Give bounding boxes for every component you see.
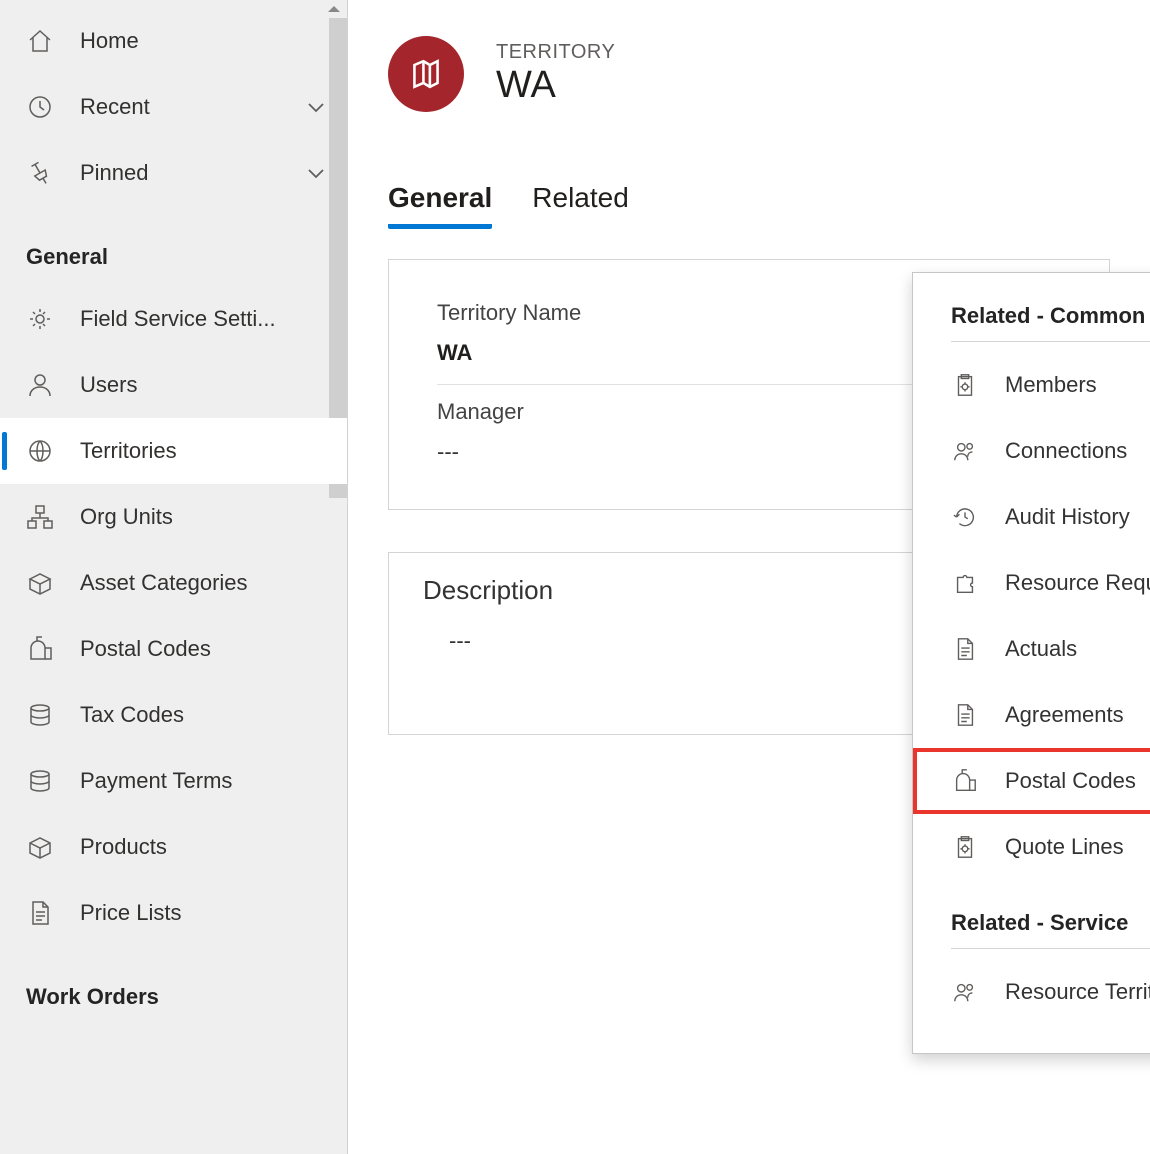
- sidebar-item-products[interactable]: Products: [0, 814, 347, 880]
- clipboard-gear-icon: [952, 834, 978, 860]
- related-item-label: Members: [1005, 372, 1097, 398]
- globe-icon: [26, 437, 54, 465]
- related-dropdown: Related - Common Members Connections Aud…: [912, 272, 1150, 1054]
- sidebar-item-territories[interactable]: Territories: [0, 418, 347, 484]
- sidebar-section-work-orders: Work Orders: [0, 946, 347, 1026]
- related-item-label: Audit History: [1005, 504, 1130, 530]
- sidebar-item-label: Tax Codes: [80, 702, 327, 728]
- user-icon: [26, 371, 54, 399]
- related-item-label: Connections: [1005, 438, 1127, 464]
- sidebar-item-label: Products: [80, 834, 327, 860]
- clock-icon: [26, 93, 54, 121]
- related-item-quote-lines[interactable]: Quote Lines: [913, 814, 1150, 880]
- related-item-actuals[interactable]: Actuals: [913, 616, 1150, 682]
- related-item-agreements[interactable]: Agreements: [913, 682, 1150, 748]
- sidebar-item-payment-terms[interactable]: Payment Terms: [0, 748, 347, 814]
- related-item-audit-history[interactable]: Audit History: [913, 484, 1150, 550]
- main-content: TERRITORY WA General Related Territory N…: [348, 0, 1150, 1154]
- document-icon: [952, 702, 978, 728]
- territory-avatar: [388, 36, 464, 112]
- related-item-resource-territories[interactable]: Resource Territories: [913, 959, 1150, 1025]
- sidebar-item-label: Recent: [80, 94, 279, 120]
- sidebar-item-price-lists[interactable]: Price Lists: [0, 880, 347, 946]
- sidebar: Home Recent Pinned General Field Service…: [0, 0, 348, 1154]
- sidebar-item-home[interactable]: Home: [0, 8, 347, 74]
- mailbox-icon: [952, 768, 978, 794]
- chevron-down-icon: [305, 96, 327, 118]
- tab-general[interactable]: General: [388, 182, 492, 229]
- sidebar-item-pinned[interactable]: Pinned: [0, 140, 347, 206]
- related-item-resource-requirements[interactable]: Resource Requirements: [913, 550, 1150, 616]
- sidebar-item-label: Price Lists: [80, 900, 327, 926]
- related-item-label: Quote Lines: [1005, 834, 1124, 860]
- chevron-down-icon: [305, 162, 327, 184]
- related-item-connections[interactable]: Connections: [913, 418, 1150, 484]
- sidebar-item-label: Territories: [80, 438, 327, 464]
- sidebar-item-label: Org Units: [80, 504, 327, 530]
- people-icon: [952, 438, 978, 464]
- sidebar-item-label: Home: [80, 28, 327, 54]
- document-icon: [952, 636, 978, 662]
- puzzle-icon: [952, 570, 978, 596]
- dropdown-section-title: Related - Common: [913, 303, 1150, 341]
- sidebar-item-asset-categories[interactable]: Asset Categories: [0, 550, 347, 616]
- sidebar-section-general: General: [0, 206, 347, 286]
- sidebar-item-label: Users: [80, 372, 327, 398]
- sidebar-item-recent[interactable]: Recent: [0, 74, 347, 140]
- divider: [951, 948, 1150, 949]
- box-open-icon: [26, 569, 54, 597]
- related-item-label: Actuals: [1005, 636, 1077, 662]
- related-item-label: Agreements: [1005, 702, 1124, 728]
- record-name: WA: [496, 64, 615, 107]
- sidebar-item-label: Postal Codes: [80, 636, 327, 662]
- scroll-up-caret[interactable]: [325, 2, 343, 16]
- people-icon: [952, 979, 978, 1005]
- history-icon: [952, 504, 978, 530]
- pin-icon: [26, 159, 54, 187]
- clipboard-gear-icon: [952, 372, 978, 398]
- sidebar-item-tax-codes[interactable]: Tax Codes: [0, 682, 347, 748]
- home-icon: [26, 27, 54, 55]
- sidebar-item-org-units[interactable]: Org Units: [0, 484, 347, 550]
- database-icon: [26, 767, 54, 795]
- sidebar-item-users[interactable]: Users: [0, 352, 347, 418]
- database-icon: [26, 701, 54, 729]
- document-icon: [26, 899, 54, 927]
- mailbox-icon: [26, 635, 54, 663]
- sidebar-item-label: Pinned: [80, 160, 279, 186]
- related-item-postal-codes[interactable]: Postal Codes: [913, 748, 1150, 814]
- related-item-members[interactable]: Members: [913, 352, 1150, 418]
- sidebar-item-label: Asset Categories: [80, 570, 327, 596]
- dropdown-section-title: Related - Service: [913, 910, 1150, 948]
- package-icon: [26, 833, 54, 861]
- gear-icon: [26, 305, 54, 333]
- sidebar-item-label: Field Service Setti...: [80, 306, 327, 332]
- divider: [951, 341, 1150, 342]
- related-item-label: Resource Territories: [1005, 979, 1150, 1005]
- sidebar-item-label: Payment Terms: [80, 768, 327, 794]
- tab-related[interactable]: Related: [532, 182, 629, 229]
- record-type-label: TERRITORY: [496, 41, 615, 64]
- map-icon: [408, 56, 444, 92]
- sidebar-item-field-service-setti[interactable]: Field Service Setti...: [0, 286, 347, 352]
- sidebar-item-postal-codes[interactable]: Postal Codes: [0, 616, 347, 682]
- related-item-label: Resource Requirements: [1005, 570, 1150, 596]
- tab-bar: General Related: [388, 182, 1110, 229]
- related-item-label: Postal Codes: [1005, 768, 1136, 794]
- org-icon: [26, 503, 54, 531]
- record-header: TERRITORY WA: [388, 36, 1110, 112]
